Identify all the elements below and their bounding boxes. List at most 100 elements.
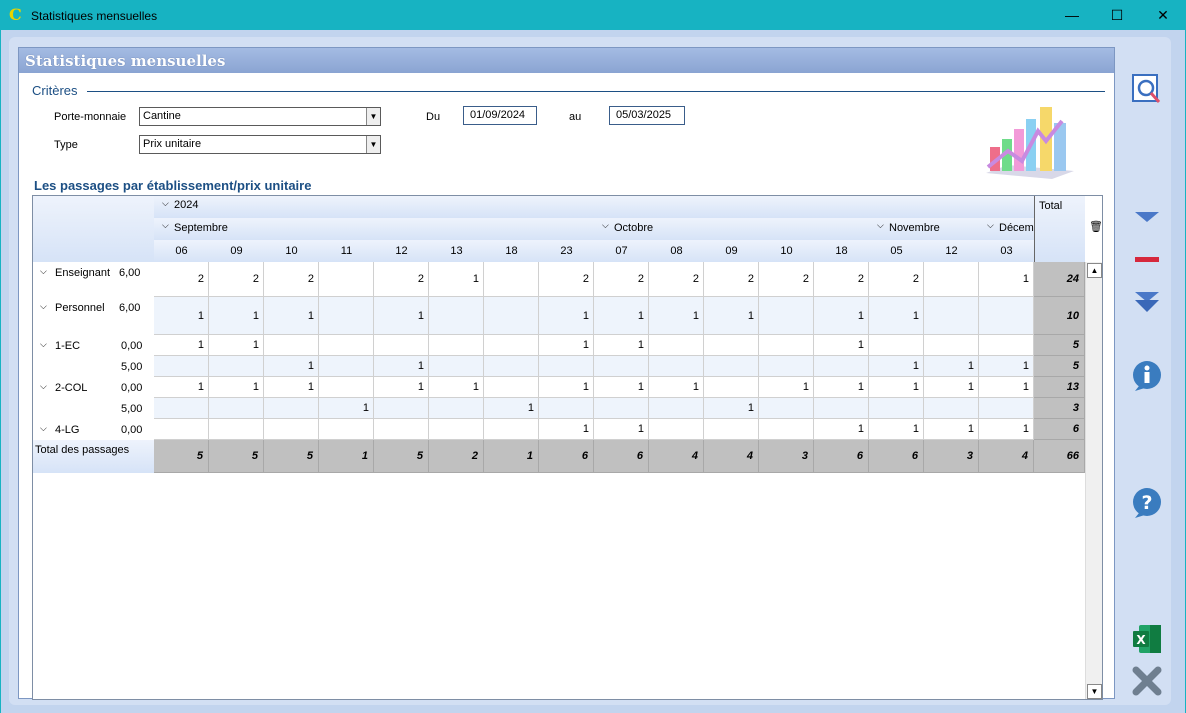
total-cell: 1 — [319, 440, 374, 473]
table-cell: 1 — [154, 335, 209, 356]
maximize-button[interactable]: ☐ — [1094, 0, 1140, 30]
vertical-scrollbar[interactable]: ▲ ▼ — [1085, 262, 1102, 699]
total-cell: 5 — [209, 440, 264, 473]
table-cell — [924, 262, 979, 297]
total-cell: 5 — [374, 440, 429, 473]
row-label: 2-COL — [55, 382, 88, 394]
total-cell: 4 — [704, 440, 759, 473]
chevron-down-icon[interactable]: ⌵ — [987, 220, 994, 231]
table-cell: 1 — [704, 398, 759, 419]
row-price: 0,00 — [121, 340, 143, 352]
type-select[interactable]: Prix unitaire ▼ — [139, 135, 381, 154]
excel-icon[interactable]: X — [1131, 623, 1163, 655]
expand-all-icon[interactable] — [1131, 286, 1163, 318]
day-header: 13 — [450, 245, 463, 257]
chevron-down-icon[interactable]: ⌵ — [162, 220, 169, 231]
table-cell — [209, 398, 264, 419]
table-cell — [594, 398, 649, 419]
table-cell — [759, 297, 814, 335]
expand-icon[interactable] — [1131, 202, 1163, 234]
help-icon[interactable]: ? — [1131, 487, 1163, 519]
table-cell — [814, 356, 869, 377]
day-header: 12 — [945, 245, 958, 257]
month-header[interactable]: Décem — [999, 222, 1034, 234]
table-cell — [484, 356, 539, 377]
chevron-down-icon[interactable]: ⌵ — [40, 423, 47, 434]
chevron-down-icon[interactable]: ⌵ — [877, 220, 884, 231]
chevron-down-icon[interactable]: ▼ — [366, 108, 380, 125]
wallet-select[interactable]: Cantine ▼ — [139, 107, 381, 126]
criteria-section-label: Critères — [32, 83, 78, 98]
window-titlebar: C Statistiques mensuelles — ☐ ✕ — [0, 0, 1186, 30]
table-cell — [704, 419, 759, 440]
chevron-down-icon[interactable]: ⌵ — [40, 381, 47, 392]
chevron-down-icon[interactable]: ⌵ — [602, 220, 609, 231]
type-label: Type — [54, 139, 78, 151]
table-cell: 2 — [594, 262, 649, 297]
table-cell — [429, 398, 484, 419]
from-date-label: Du — [426, 111, 441, 123]
row-label: Personnel — [55, 302, 105, 314]
chevron-down-icon[interactable]: ⌵ — [40, 301, 47, 312]
table-cell: 1 — [374, 297, 429, 335]
total-header: Total — [1034, 196, 1085, 262]
table-cell — [154, 356, 209, 377]
scroll-down-button[interactable]: ▼ — [1087, 684, 1102, 699]
row-price: 6,00 — [119, 302, 141, 314]
table-cell: 1 — [869, 419, 924, 440]
table-cell: 1 — [374, 377, 429, 398]
table-cell — [704, 377, 759, 398]
chevron-down-icon[interactable]: ⌵ — [40, 266, 47, 277]
info-icon[interactable] — [1131, 360, 1163, 392]
month-header[interactable]: Septembre — [174, 222, 228, 234]
row-price: 0,00 — [121, 424, 143, 436]
day-header: 09 — [230, 245, 243, 257]
row-label: 4-LG — [55, 424, 80, 436]
month-header[interactable]: Novembre — [889, 222, 940, 234]
month-header[interactable]: Octobre — [614, 222, 653, 234]
table-cell — [319, 377, 374, 398]
table-cell — [154, 419, 209, 440]
search-icon[interactable] — [1131, 73, 1163, 105]
table-cell — [374, 419, 429, 440]
total-row-label: Total des passages — [33, 440, 154, 473]
header-corner — [33, 196, 154, 262]
chevron-down-icon[interactable]: ⌵ — [40, 339, 47, 350]
total-cell: 3 — [759, 440, 814, 473]
table-cell: 1 — [539, 419, 594, 440]
table-cell: 1 — [869, 297, 924, 335]
table-cell — [979, 297, 1034, 335]
from-date-field[interactable]: 01/09/2024 — [463, 106, 537, 125]
table-cell — [649, 356, 704, 377]
table-cell — [759, 398, 814, 419]
chevron-down-icon[interactable]: ▼ — [366, 136, 380, 153]
table-cell: 2 — [209, 262, 264, 297]
wallet-label: Porte-monnaie — [54, 111, 127, 123]
table-cell: 2 — [814, 262, 869, 297]
close-icon[interactable] — [1131, 665, 1163, 697]
to-date-field[interactable]: 05/03/2025 — [609, 106, 685, 125]
total-cell: 2 — [429, 440, 484, 473]
panel-title: Statistiques mensuelles — [19, 48, 1114, 73]
table-cell — [319, 297, 374, 335]
chevron-down-icon[interactable]: ⌵ — [162, 198, 169, 209]
table-cell: 2 — [539, 262, 594, 297]
close-window-button[interactable]: ✕ — [1140, 0, 1186, 30]
table-cell — [319, 262, 374, 297]
day-header: 06 — [175, 245, 188, 257]
year-header[interactable]: 2024 — [154, 196, 1034, 218]
total-cell: 1 — [484, 440, 539, 473]
total-cell: 5 — [264, 440, 319, 473]
table-cell: 1 — [924, 356, 979, 377]
minimize-button[interactable]: — — [1049, 0, 1095, 30]
table-cell: 1 — [979, 262, 1034, 297]
day-header: 09 — [725, 245, 738, 257]
row-total-cell: 6 — [1034, 419, 1085, 440]
table-cell: 1 — [759, 377, 814, 398]
day-header: 07 — [615, 245, 628, 257]
collapse-icon[interactable] — [1131, 244, 1163, 276]
content-area: Statistiques mensuelles Critères Porte-m… — [9, 37, 1171, 705]
scroll-up-button[interactable]: ▲ — [1087, 263, 1102, 278]
day-header: 23 — [560, 245, 573, 257]
delete-icon[interactable]: 🗑 — [1089, 220, 1102, 233]
